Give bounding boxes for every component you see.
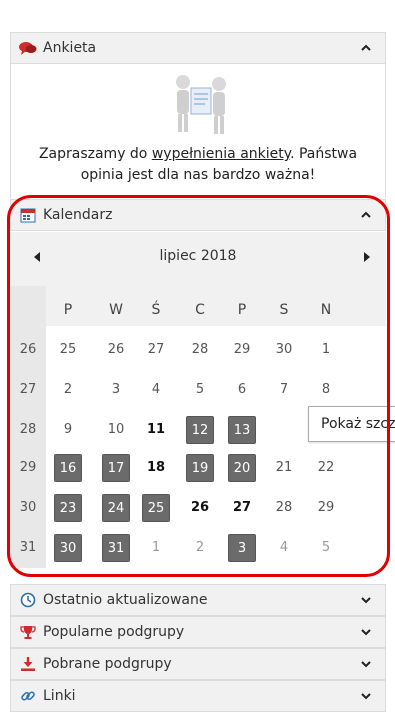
calendar-day[interactable]: 4 — [270, 534, 298, 562]
calendar-day[interactable]: 30 — [54, 534, 82, 562]
calendar-day[interactable]: 3 — [102, 376, 130, 404]
download-icon — [19, 655, 37, 673]
calendar-day[interactable]: 22 — [312, 454, 340, 482]
calendar-day[interactable]: 23 — [54, 494, 82, 522]
people-illustration — [176, 75, 226, 134]
calendar-day[interactable]: 19 — [186, 454, 214, 482]
chevron-up-icon[interactable] — [359, 41, 373, 55]
downloaded-panel-title: Pobrane podgrupy — [43, 656, 172, 672]
survey-text: Zapraszamy do wypełnienia ankiety. Państ… — [11, 144, 385, 186]
calendar-day[interactable]: 25 — [142, 494, 170, 522]
clock-icon — [19, 591, 37, 609]
chevron-down-icon[interactable] — [359, 657, 373, 671]
calendar-month-title: lipiec 2018 — [159, 248, 237, 264]
calendar-day[interactable]: 29 — [312, 494, 340, 522]
weekday-header: P — [63, 302, 73, 318]
survey-panel-body: Zapraszamy do wypełnienia ankiety. Państ… — [10, 64, 386, 198]
popular-panel-header[interactable]: Popularne podgrupy — [10, 616, 386, 648]
links-panel-title: Linki — [43, 688, 76, 704]
calendar-day[interactable]: 1 — [142, 534, 170, 562]
downloaded-panel-header[interactable]: Pobrane podgrupy — [10, 648, 386, 680]
week-number: 31 — [19, 540, 37, 555]
calendar-day[interactable]: 17 — [102, 454, 130, 482]
calendar-day[interactable]: 29 — [228, 336, 256, 364]
speech-bubbles-icon — [19, 39, 37, 57]
calendar-widget: lipiec 2018 P W Ś C P S N 26 27 28 29 30 31 25 26 27 28 2… — [10, 232, 386, 568]
calendar-day[interactable]: 31 — [102, 534, 130, 562]
weekday-header: W — [109, 302, 123, 318]
calendar-day[interactable]: 5 — [312, 534, 340, 562]
calendar-panel-title: Kalendarz — [43, 207, 113, 223]
calendar-day[interactable]: 21 — [270, 454, 298, 482]
weekday-header: Ś — [151, 302, 161, 318]
weekday-header: S — [279, 302, 289, 318]
calendar-day[interactable]: 8 — [312, 376, 340, 404]
recent-panel-header[interactable]: Ostatnio aktualizowane — [10, 584, 386, 616]
calendar-day[interactable]: 5 — [186, 376, 214, 404]
week-number: 28 — [19, 422, 37, 437]
links-panel-header[interactable]: Linki — [10, 680, 386, 712]
survey-panel-header[interactable]: Ankieta — [10, 32, 386, 64]
calendar-day[interactable]: 7 — [270, 376, 298, 404]
link-icon — [19, 687, 37, 705]
calendar-day[interactable]: 24 — [102, 494, 130, 522]
survey-text-after: . Państwa — [290, 146, 358, 162]
calendar-day[interactable]: 27 — [228, 494, 256, 522]
chevron-up-icon[interactable] — [359, 208, 373, 222]
calendar-day[interactable]: 26 — [186, 494, 214, 522]
calendar-day[interactable]: 13 — [228, 416, 256, 444]
calendar-day[interactable]: 11 — [142, 416, 170, 444]
calendar-day[interactable]: 3 — [228, 534, 256, 562]
survey-link[interactable]: wypełnienia ankiety — [152, 146, 290, 162]
calendar-day[interactable]: 4 — [142, 376, 170, 404]
calendar-day[interactable]: 28 — [186, 336, 214, 364]
chevron-down-icon[interactable] — [359, 689, 373, 703]
calendar-panel-header[interactable]: Kalendarz — [10, 199, 386, 231]
calendar-day[interactable]: 20 — [228, 454, 256, 482]
week-number: 29 — [19, 460, 37, 475]
survey-panel-title: Ankieta — [43, 40, 97, 56]
calendar-day[interactable]: 18 — [142, 454, 170, 482]
weekday-header: N — [320, 302, 332, 318]
chevron-down-icon[interactable] — [359, 593, 373, 607]
calendar-day[interactable]: 27 — [142, 336, 170, 364]
show-details-tooltip[interactable]: Pokaż szcz — [308, 406, 395, 442]
calendar-day[interactable]: 10 — [102, 416, 130, 444]
recent-panel-title: Ostatnio aktualizowane — [43, 592, 208, 608]
calendar-day[interactable]: 2 — [54, 376, 82, 404]
popular-panel-title: Popularne podgrupy — [43, 624, 185, 640]
trophy-icon — [19, 623, 37, 641]
calendar-day[interactable]: 9 — [54, 416, 82, 444]
calendar-icon — [19, 206, 37, 224]
week-number: 27 — [19, 382, 37, 397]
calendar-day[interactable]: 28 — [270, 494, 298, 522]
calendar-day[interactable]: 25 — [54, 336, 82, 364]
calendar-month-bar: lipiec 2018 — [10, 232, 386, 286]
calendar-day[interactable]: 30 — [270, 336, 298, 364]
calendar-day[interactable]: 6 — [228, 376, 256, 404]
calendar-day[interactable]: 2 — [186, 534, 214, 562]
calendar-day[interactable]: 26 — [102, 336, 130, 364]
weekday-header: C — [195, 302, 205, 318]
week-number: 26 — [19, 342, 37, 357]
next-month-icon[interactable] — [364, 252, 370, 262]
calendar-day[interactable]: 1 — [312, 336, 340, 364]
weekday-header: P — [237, 302, 247, 318]
chevron-down-icon[interactable] — [359, 625, 373, 639]
calendar-day[interactable]: 16 — [54, 454, 82, 482]
survey-text-line2: opinia jest dla nas bardzo ważna! — [80, 167, 316, 183]
calendar-day[interactable]: 12 — [186, 416, 214, 444]
survey-text-before: Zapraszamy do — [38, 146, 152, 162]
week-number: 30 — [19, 500, 37, 515]
